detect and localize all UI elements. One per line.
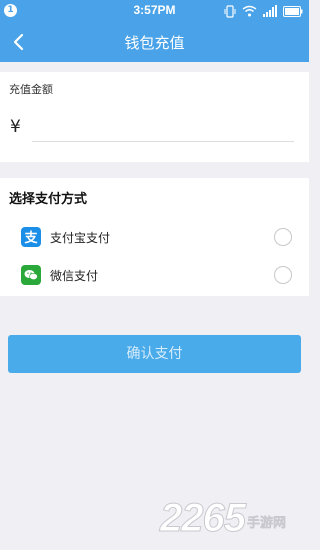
payment-option-alipay[interactable]: 支 支付宝支付 (0, 222, 309, 252)
watermark-logo: 2265 手游网 (160, 495, 287, 540)
payment-option-label: 支付宝支付 (50, 231, 111, 245)
status-icons (224, 4, 303, 18)
signal-icon (263, 5, 277, 17)
alipay-radio[interactable] (274, 228, 292, 246)
recharge-amount-section: 充值金额 ¥ (0, 72, 309, 162)
nav-bar: 钱包充值 (0, 22, 309, 62)
amount-label: 充值金额 (9, 83, 53, 96)
currency-symbol: ¥ (10, 117, 21, 137)
wifi-icon (242, 5, 257, 17)
payment-method-section: 选择支付方式 支 支付宝支付 微信支付 (0, 178, 309, 296)
payment-option-wechat[interactable]: 微信支付 (0, 260, 309, 290)
watermark-number: 2265 (160, 495, 247, 540)
confirm-payment-button[interactable]: 确认支付 (8, 335, 301, 373)
wechat-icon (21, 265, 41, 285)
svg-text:支: 支 (23, 230, 38, 246)
watermark-text: 手游网 (246, 515, 287, 531)
amount-input[interactable] (32, 116, 294, 142)
payment-method-heading: 选择支付方式 (9, 192, 88, 207)
payment-option-label: 微信支付 (50, 269, 99, 283)
page-title: 钱包充值 (124, 34, 185, 52)
battery-icon (283, 5, 303, 17)
status-bar: 1 3:57PM (0, 0, 309, 22)
wechat-radio[interactable] (274, 266, 292, 284)
alipay-icon: 支 (21, 227, 41, 247)
vibrate-icon (224, 4, 236, 18)
